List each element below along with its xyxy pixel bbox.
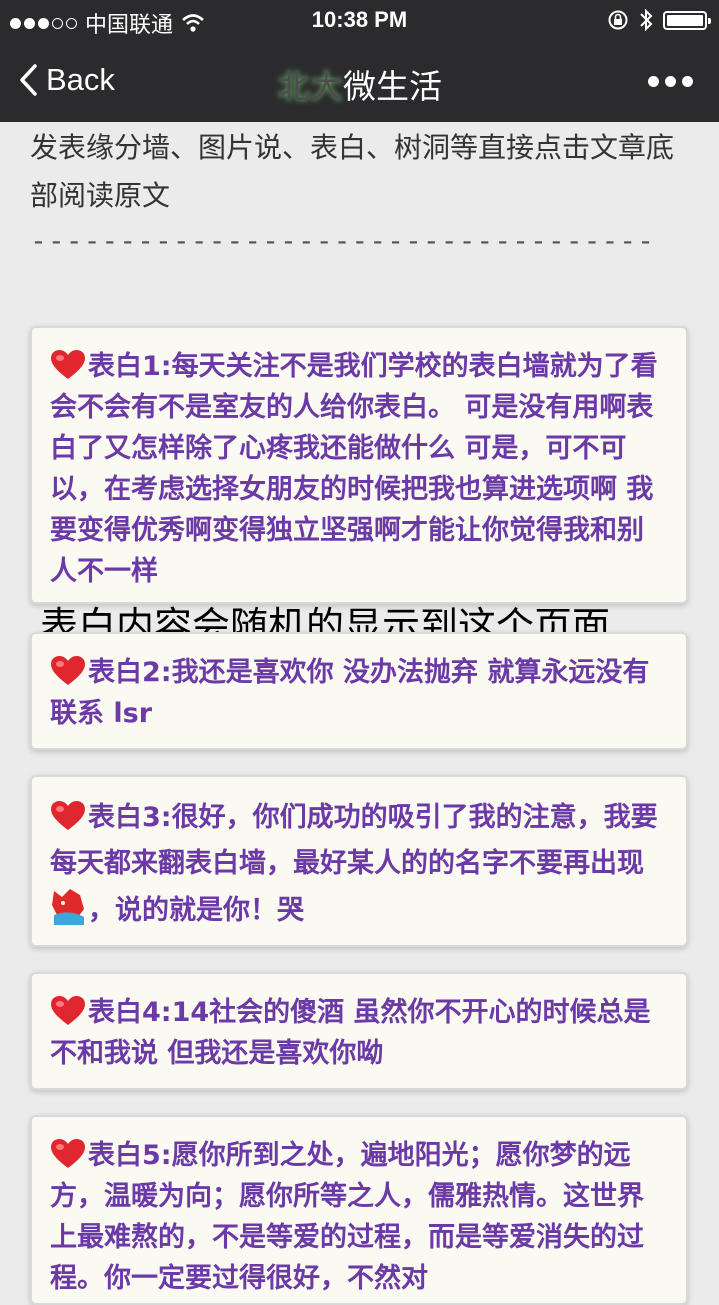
red-heart-icon xyxy=(51,656,85,685)
rotation-lock-icon xyxy=(608,10,628,30)
red-heart-icon xyxy=(51,996,85,1025)
intro-text: 发表缘分墙、图片说、表白、树洞等直接点击文章底部阅读原文 xyxy=(30,131,675,212)
red-heart-icon xyxy=(51,350,85,379)
confession-card-5: 表白5:愿你所到之处，遍地阳光；愿你梦的远方，温暖为向；愿你所等之人，儒雅热情。… xyxy=(30,1115,688,1305)
divider-line: ----------------------------------- xyxy=(30,224,656,257)
obscured-title-prefix: 北大 xyxy=(277,67,343,106)
card-text: 表白1:每天关注不是我们学校的表白墙就为了看会不会有不是室友的人给你表白。 可是… xyxy=(50,351,658,587)
page-title-text: 微生活 xyxy=(343,67,442,106)
bluetooth-icon xyxy=(640,8,653,32)
confession-card-1: 表白1:每天关注不是我们学校的表白墙就为了看会不会有不是室友的人给你表白。 可是… xyxy=(30,326,688,604)
confession-card-2: 表白2:我还是喜欢你 没办法抛弃 就算永远没有联系 lsr xyxy=(30,632,688,750)
battery-icon xyxy=(663,10,711,30)
more-dot-icon xyxy=(665,76,676,87)
more-dot-icon xyxy=(648,76,659,87)
crying-emoji-icon xyxy=(52,889,84,925)
card-text-end: ，说的就是你！哭 xyxy=(88,895,304,926)
page-title: 北大微生活 xyxy=(0,60,719,108)
card-text: 表白2:我还是喜欢你 没办法抛弃 就算永远没有联系 lsr xyxy=(50,657,650,729)
card-text: 表白5:愿你所到之处，遍地阳光；愿你梦的远方，温暖为向；愿你所等之人，儒雅热情。… xyxy=(50,1140,644,1294)
more-menu-button[interactable] xyxy=(648,76,693,87)
confession-card-3: 表白3:很好，你们成功的吸引了我的注意，我要每天都来翻表白墙，最好某人的的名字不… xyxy=(30,775,688,947)
card-text: 表白3:很好，你们成功的吸引了我的注意，我要每天都来翻表白墙，最好某人的的名字不… xyxy=(50,802,658,879)
navigation-bar: Back 北大微生活 xyxy=(0,40,719,122)
red-heart-icon xyxy=(51,801,85,830)
confession-card-4: 表白4:14社会的傻酒 虽然你不开心的时候总是不和我说 但我还是喜欢你呦 xyxy=(30,972,688,1090)
red-heart-icon xyxy=(51,1139,85,1168)
card-text: 表白4:14社会的傻酒 虽然你不开心的时候总是不和我说 但我还是喜欢你呦 xyxy=(50,997,651,1069)
more-dot-icon xyxy=(682,76,693,87)
status-bar: 中国联通 10:38 PM xyxy=(0,0,719,40)
